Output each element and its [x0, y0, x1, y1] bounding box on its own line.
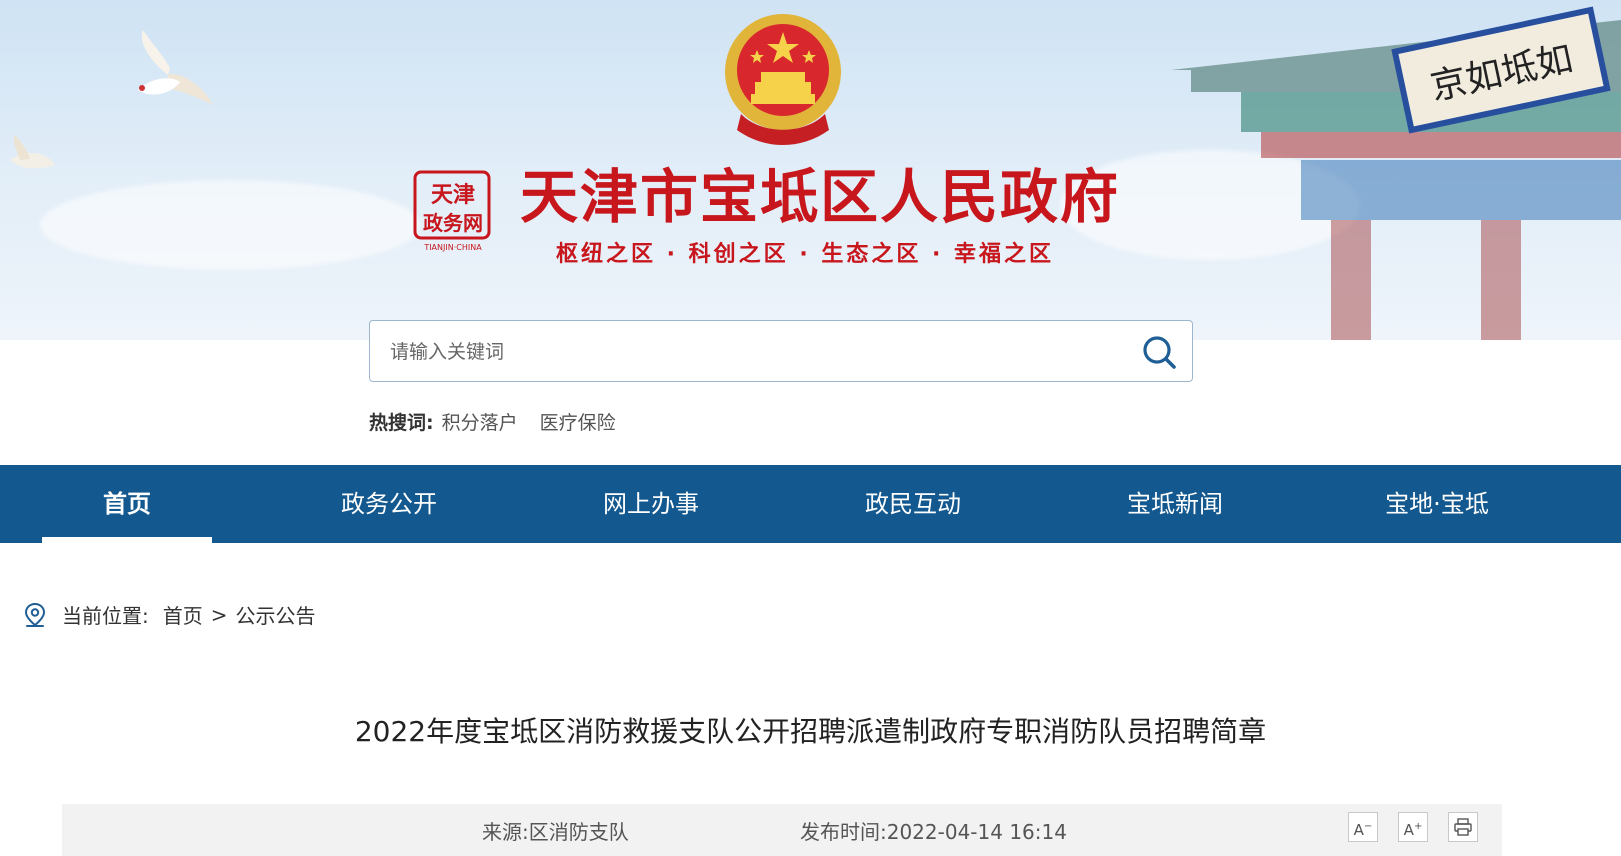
site-slogan: 枢纽之区 · 科创之区 · 生态之区 · 幸福之区 — [556, 242, 1055, 267]
nav-item-baodi[interactable]: 宝地·宝坻 — [1352, 465, 1522, 543]
breadcrumb-home[interactable]: 首页 — [163, 600, 203, 629]
nav-item-news[interactable]: 宝坻新闻 — [1090, 465, 1260, 543]
dove-icon — [138, 30, 213, 105]
hot-word-link[interactable]: 积分落户 — [442, 412, 518, 434]
search-box — [369, 320, 1193, 383]
nav-item-online-services[interactable]: 网上办事 — [566, 465, 736, 543]
search-input[interactable] — [388, 321, 1132, 383]
article-source: 来源:区消防支队 — [482, 820, 629, 844]
tianjin-gov-seal-logo: 天津 政务网 TIANJIN·CHINA — [413, 170, 495, 254]
font-smaller-button[interactable]: A− — [1348, 812, 1378, 842]
header-banner: 京如坻如 天津 政务网 TIANJIN·CHINA 天津市宝坻区人民政府 枢纽之… — [0, 0, 1621, 340]
location-pin-icon — [24, 602, 46, 627]
national-emblem-icon — [725, 14, 841, 145]
hot-search-label: 热搜词: — [369, 412, 434, 434]
font-larger-button[interactable]: A+ — [1398, 812, 1428, 842]
printer-icon — [1454, 818, 1472, 836]
breadcrumb: 当前位置: 首页 > 公示公告 — [24, 600, 316, 629]
article-title: 2022年度宝坻区消防救援支队公开招聘派遣制政府专职消防队员招聘简章 — [354, 715, 1267, 748]
article-meta-bar: 来源:区消防支队 发布时间:2022-04-14 16:14 A− A+ — [62, 804, 1502, 856]
search-icon — [1143, 336, 1176, 369]
svg-text:天津: 天津 — [431, 182, 475, 208]
breadcrumb-separator: > — [210, 602, 228, 627]
search-button[interactable] — [1140, 333, 1178, 371]
memorial-archway-graphic: 京如坻如 — [1171, 6, 1621, 340]
main-navigation: 首页 政务公开 网上办事 政民互动 宝坻新闻 宝地·宝坻 — [0, 465, 1621, 543]
nav-item-home[interactable]: 首页 — [42, 465, 212, 543]
font-smaller-icon: A — [1353, 821, 1364, 839]
hot-word-link[interactable]: 医疗保险 — [540, 412, 616, 434]
site-title: 天津市宝坻区人民政府 — [520, 163, 1121, 231]
article-publish-time: 发布时间:2022-04-14 16:14 — [800, 820, 1067, 844]
svg-text:政务网: 政务网 — [423, 211, 483, 235]
breadcrumb-label: 当前位置: — [62, 604, 149, 628]
print-button[interactable] — [1448, 812, 1478, 842]
hot-search-words: 热搜词: 积分落户 医疗保险 — [369, 408, 630, 435]
breadcrumb-current[interactable]: 公示公告 — [236, 600, 316, 629]
nav-item-government-affairs[interactable]: 政务公开 — [304, 465, 474, 543]
svg-text:TIANJIN·CHINA: TIANJIN·CHINA — [423, 243, 482, 252]
dove-icon — [10, 135, 55, 169]
nav-item-interaction[interactable]: 政民互动 — [828, 465, 998, 543]
font-larger-icon: A — [1403, 821, 1414, 839]
cloud-decoration — [40, 180, 420, 270]
